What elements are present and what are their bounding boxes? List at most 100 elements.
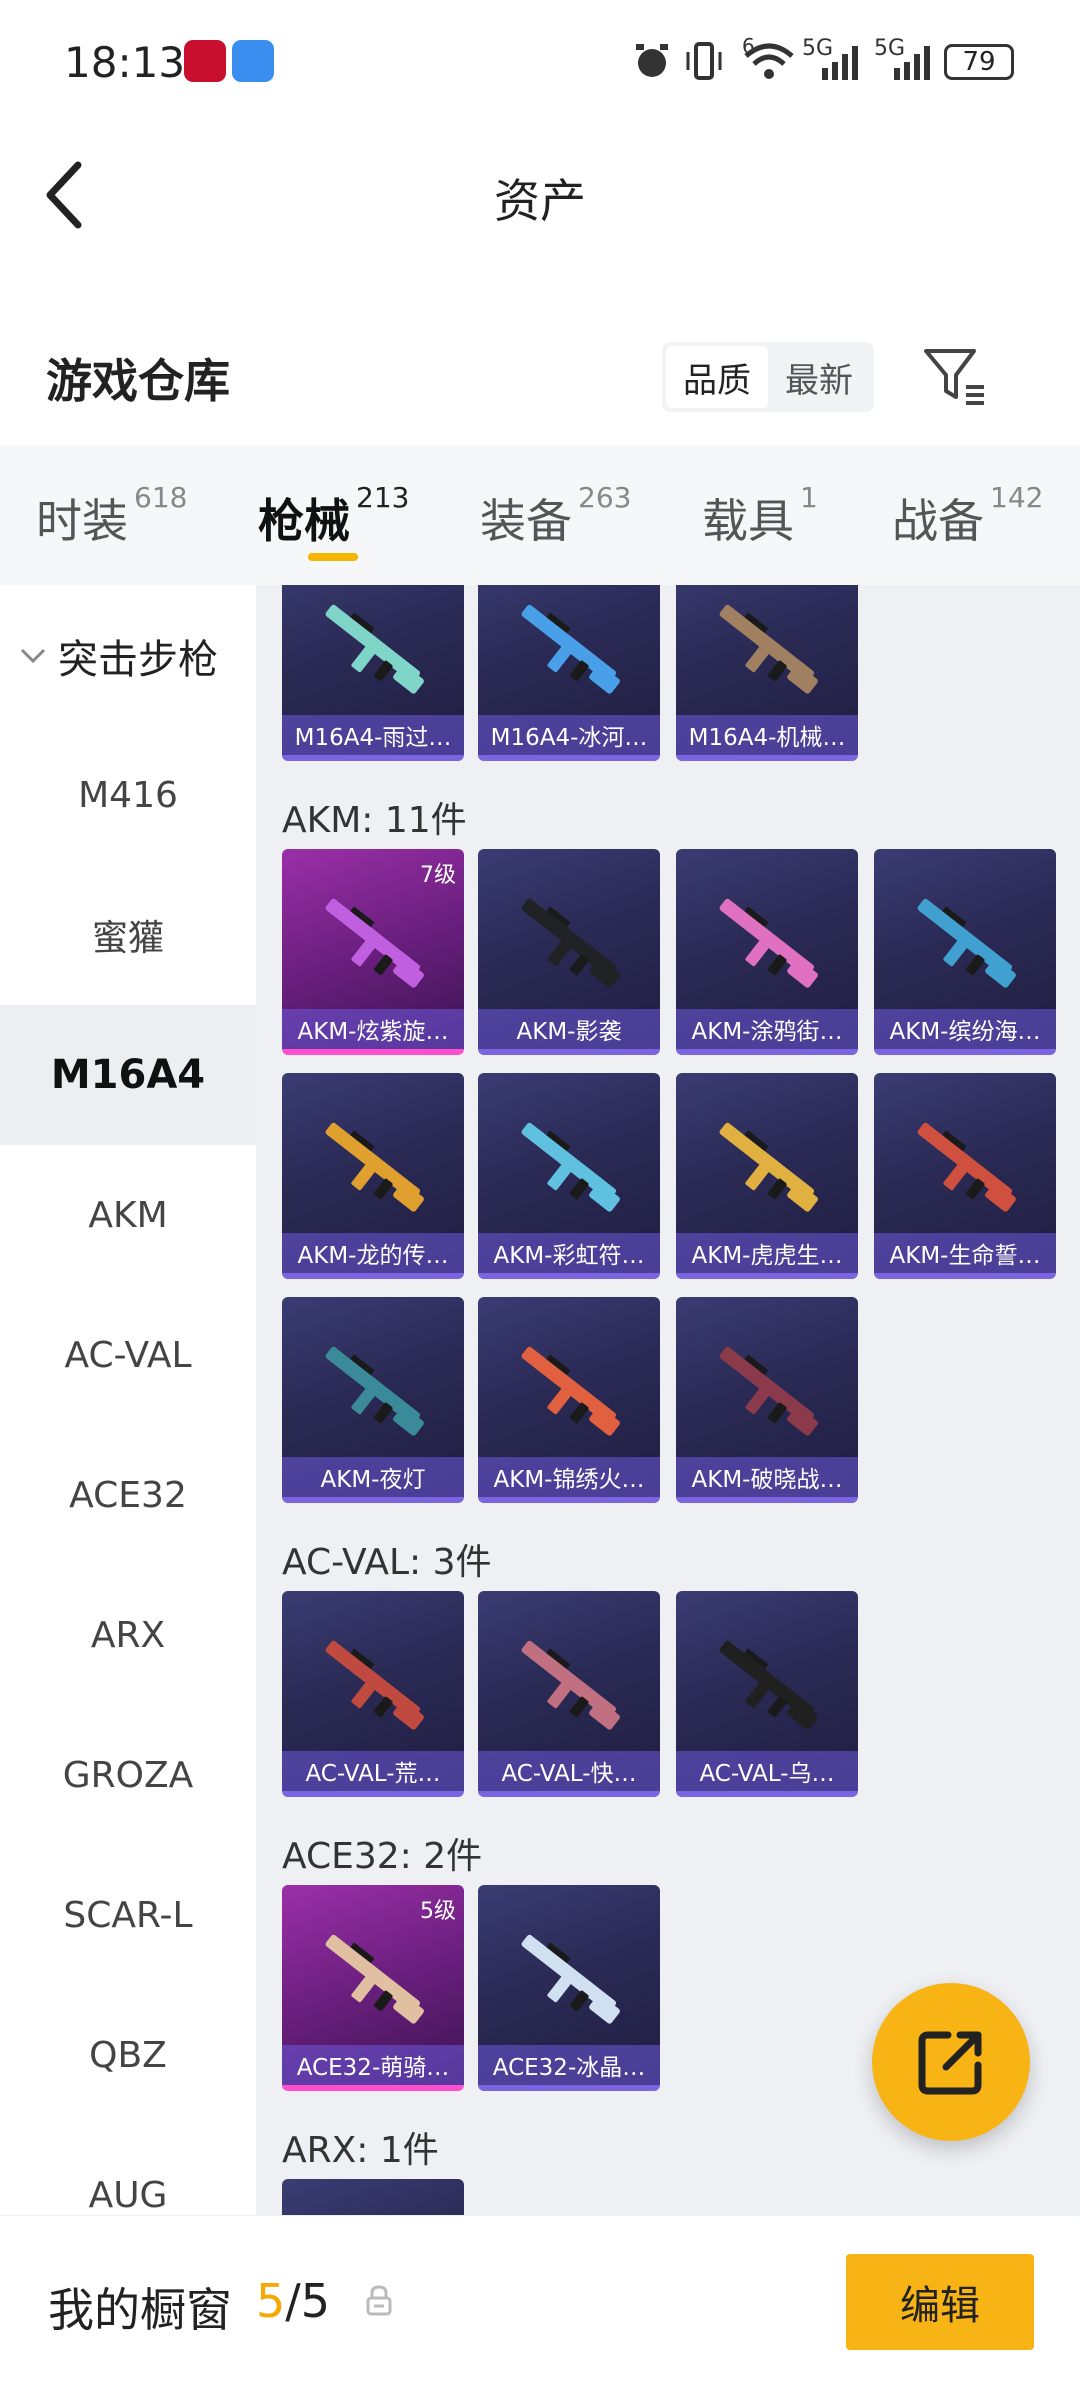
weapon-card[interactable] [282,2179,464,2215]
rifle-icon [521,1122,620,1212]
showcase-label: 我的橱窗 [48,2283,232,2337]
category-tabs: 时装 618 枪械 213 装备 263 载具 1 战备 142 [0,445,1080,585]
weapon-name: AC-VAL-快… [478,1751,660,1791]
weapon-card[interactable]: AKM-缤纷海… [874,849,1056,1055]
tab-vehicles[interactable]: 载具 1 [702,481,818,551]
sidebar-category[interactable]: 突击步枪 [18,627,218,685]
sidebar-item[interactable]: ACE32 [0,1425,256,1565]
weapon-card[interactable]: 5级 ACE32-萌骑… [282,1885,464,2091]
status-time: 18:13 [64,38,186,87]
rifle-icon [521,1346,620,1436]
level-badge: 7级 [420,863,456,888]
page-title: 资产 [494,174,586,228]
weapon-card[interactable]: 7级 AKM-炫紫旋… [282,849,464,1055]
weapon-card[interactable]: AC-VAL-快… [478,1591,660,1797]
bottom-bar: 我的橱窗 5/5 编辑 [0,2215,1080,2382]
share-icon [918,2031,982,2095]
top-header: 资产 [0,125,1080,265]
lock-icon[interactable] [364,2284,394,2318]
rifle-icon [719,1122,818,1212]
weapon-card[interactable]: M16A4-雨过… [282,585,464,761]
weapon-card[interactable]: AKM-破晓战… [676,1297,858,1503]
rifle-icon [325,1346,424,1436]
rifle-icon [917,1122,1016,1212]
weapon-card[interactable]: AKM-锦绣火… [478,1297,660,1503]
tab-fashion[interactable]: 时装 618 [36,481,187,551]
signal-icon-2 [894,46,930,80]
rifle-icon [325,1122,424,1212]
weapon-name: AKM-生命誓… [874,1233,1056,1273]
weapon-card[interactable]: M16A4-机械… [676,585,858,761]
weapon-name: AKM-彩虹符… [478,1233,660,1273]
rifle-icon [917,898,1016,988]
weather-app-icon [232,40,274,82]
weapon-card[interactable]: M16A4-冰河… [478,585,660,761]
bank-app-icon [184,40,226,82]
sidebar-item[interactable]: SCAR-L [0,1845,256,1985]
weapon-card[interactable]: AC-VAL-荒… [282,1591,464,1797]
sidebar-item[interactable]: ARX [0,1565,256,1705]
weapon-name: ACE32-冰晶… [478,2045,660,2085]
sidebar-item[interactable]: QBZ [0,1985,256,2125]
weapon-card[interactable]: AKM-夜灯 [282,1297,464,1503]
sidebar-item[interactable]: M416 [0,725,256,865]
sidebar-item[interactable]: M16A4 [0,1005,256,1145]
section-label: AC-VAL: 3件 [282,1542,492,1583]
rifle-icon [325,1640,424,1730]
tab-supplies[interactable]: 战备 142 [892,481,1043,551]
signal-icon [822,46,858,80]
rifle-icon [521,1640,620,1730]
showcase-total: /5 [285,2274,331,2328]
weapon-name: AKM-影袭 [478,1009,660,1049]
weapon-card[interactable]: AKM-龙的传… [282,1073,464,1279]
rifle-icon [325,604,424,694]
rifle-icon [521,898,620,988]
wifi-label: 6 [742,34,755,58]
weapon-name: M16A4-冰河… [478,715,660,755]
rifle-icon [719,1640,818,1730]
section-label: ARX: 1件 [282,2130,439,2171]
sidebar-item[interactable]: AUG [0,2125,256,2216]
weapon-name: AKM-龙的传… [282,1233,464,1273]
sidebar-item[interactable]: 蜜獾 [0,865,256,1005]
tab-weapons[interactable]: 枪械 213 [258,481,409,551]
chevron-down-icon [20,648,46,664]
sidebar-item[interactable]: AC-VAL [0,1285,256,1425]
rifle-icon [719,604,818,694]
weapon-card[interactable]: AKM-影袭 [478,849,660,1055]
vibrate-icon [686,42,722,80]
weapon-name: AKM-夜灯 [282,1457,464,1497]
weapon-name: AC-VAL-乌… [676,1751,858,1791]
share-button[interactable] [872,1983,1030,2141]
edit-button[interactable]: 编辑 [846,2254,1034,2350]
sidebar-category-label: 突击步枪 [58,637,218,683]
weapon-sidebar: 突击步枪 M416 蜜獾 M16A4 AKM AC-VAL ACE32 ARX GROZA SC… [0,585,256,2215]
weapon-card[interactable]: AKM-虎虎生… [676,1073,858,1279]
sort-toggle: 品质 最新 [662,342,874,412]
weapon-name: AKM-锦绣火… [478,1457,660,1497]
sidebar-item[interactable]: GROZA [0,1705,256,1845]
active-tab-indicator [308,553,358,561]
rifle-icon [719,1346,818,1436]
showcase-current: 5 [256,2274,286,2328]
level-badge: 5级 [420,1899,456,1924]
rifle-icon [719,898,818,988]
weapon-card[interactable]: AKM-生命誓… [874,1073,1056,1279]
weapon-name: AKM-涂鸦街… [676,1009,858,1049]
sort-option-quality[interactable]: 品质 [666,346,768,408]
rifle-icon [325,898,424,988]
weapon-name: AKM-破晓战… [676,1457,858,1497]
sidebar-item[interactable]: AKM [0,1145,256,1285]
showcase-count: 5/5 [256,2274,330,2328]
weapon-card[interactable]: AKM-涂鸦街… [676,849,858,1055]
filter-icon[interactable] [922,345,988,405]
sort-option-newest[interactable]: 最新 [768,346,870,408]
rifle-icon [521,604,620,694]
weapon-card[interactable]: AC-VAL-乌… [676,1591,858,1797]
weapon-card[interactable]: AKM-彩虹符… [478,1073,660,1279]
weapon-card[interactable]: ACE32-冰晶… [478,1885,660,2091]
section-label: ACE32: 2件 [282,1836,483,1877]
tab-equipment[interactable]: 装备 263 [480,481,631,551]
item-grid: M16A4-雨过… M16A4-冰河… M16A4-机械… AKM: 11件 7级 AKM… [256,585,1080,2215]
battery-level: 79 [962,47,996,77]
